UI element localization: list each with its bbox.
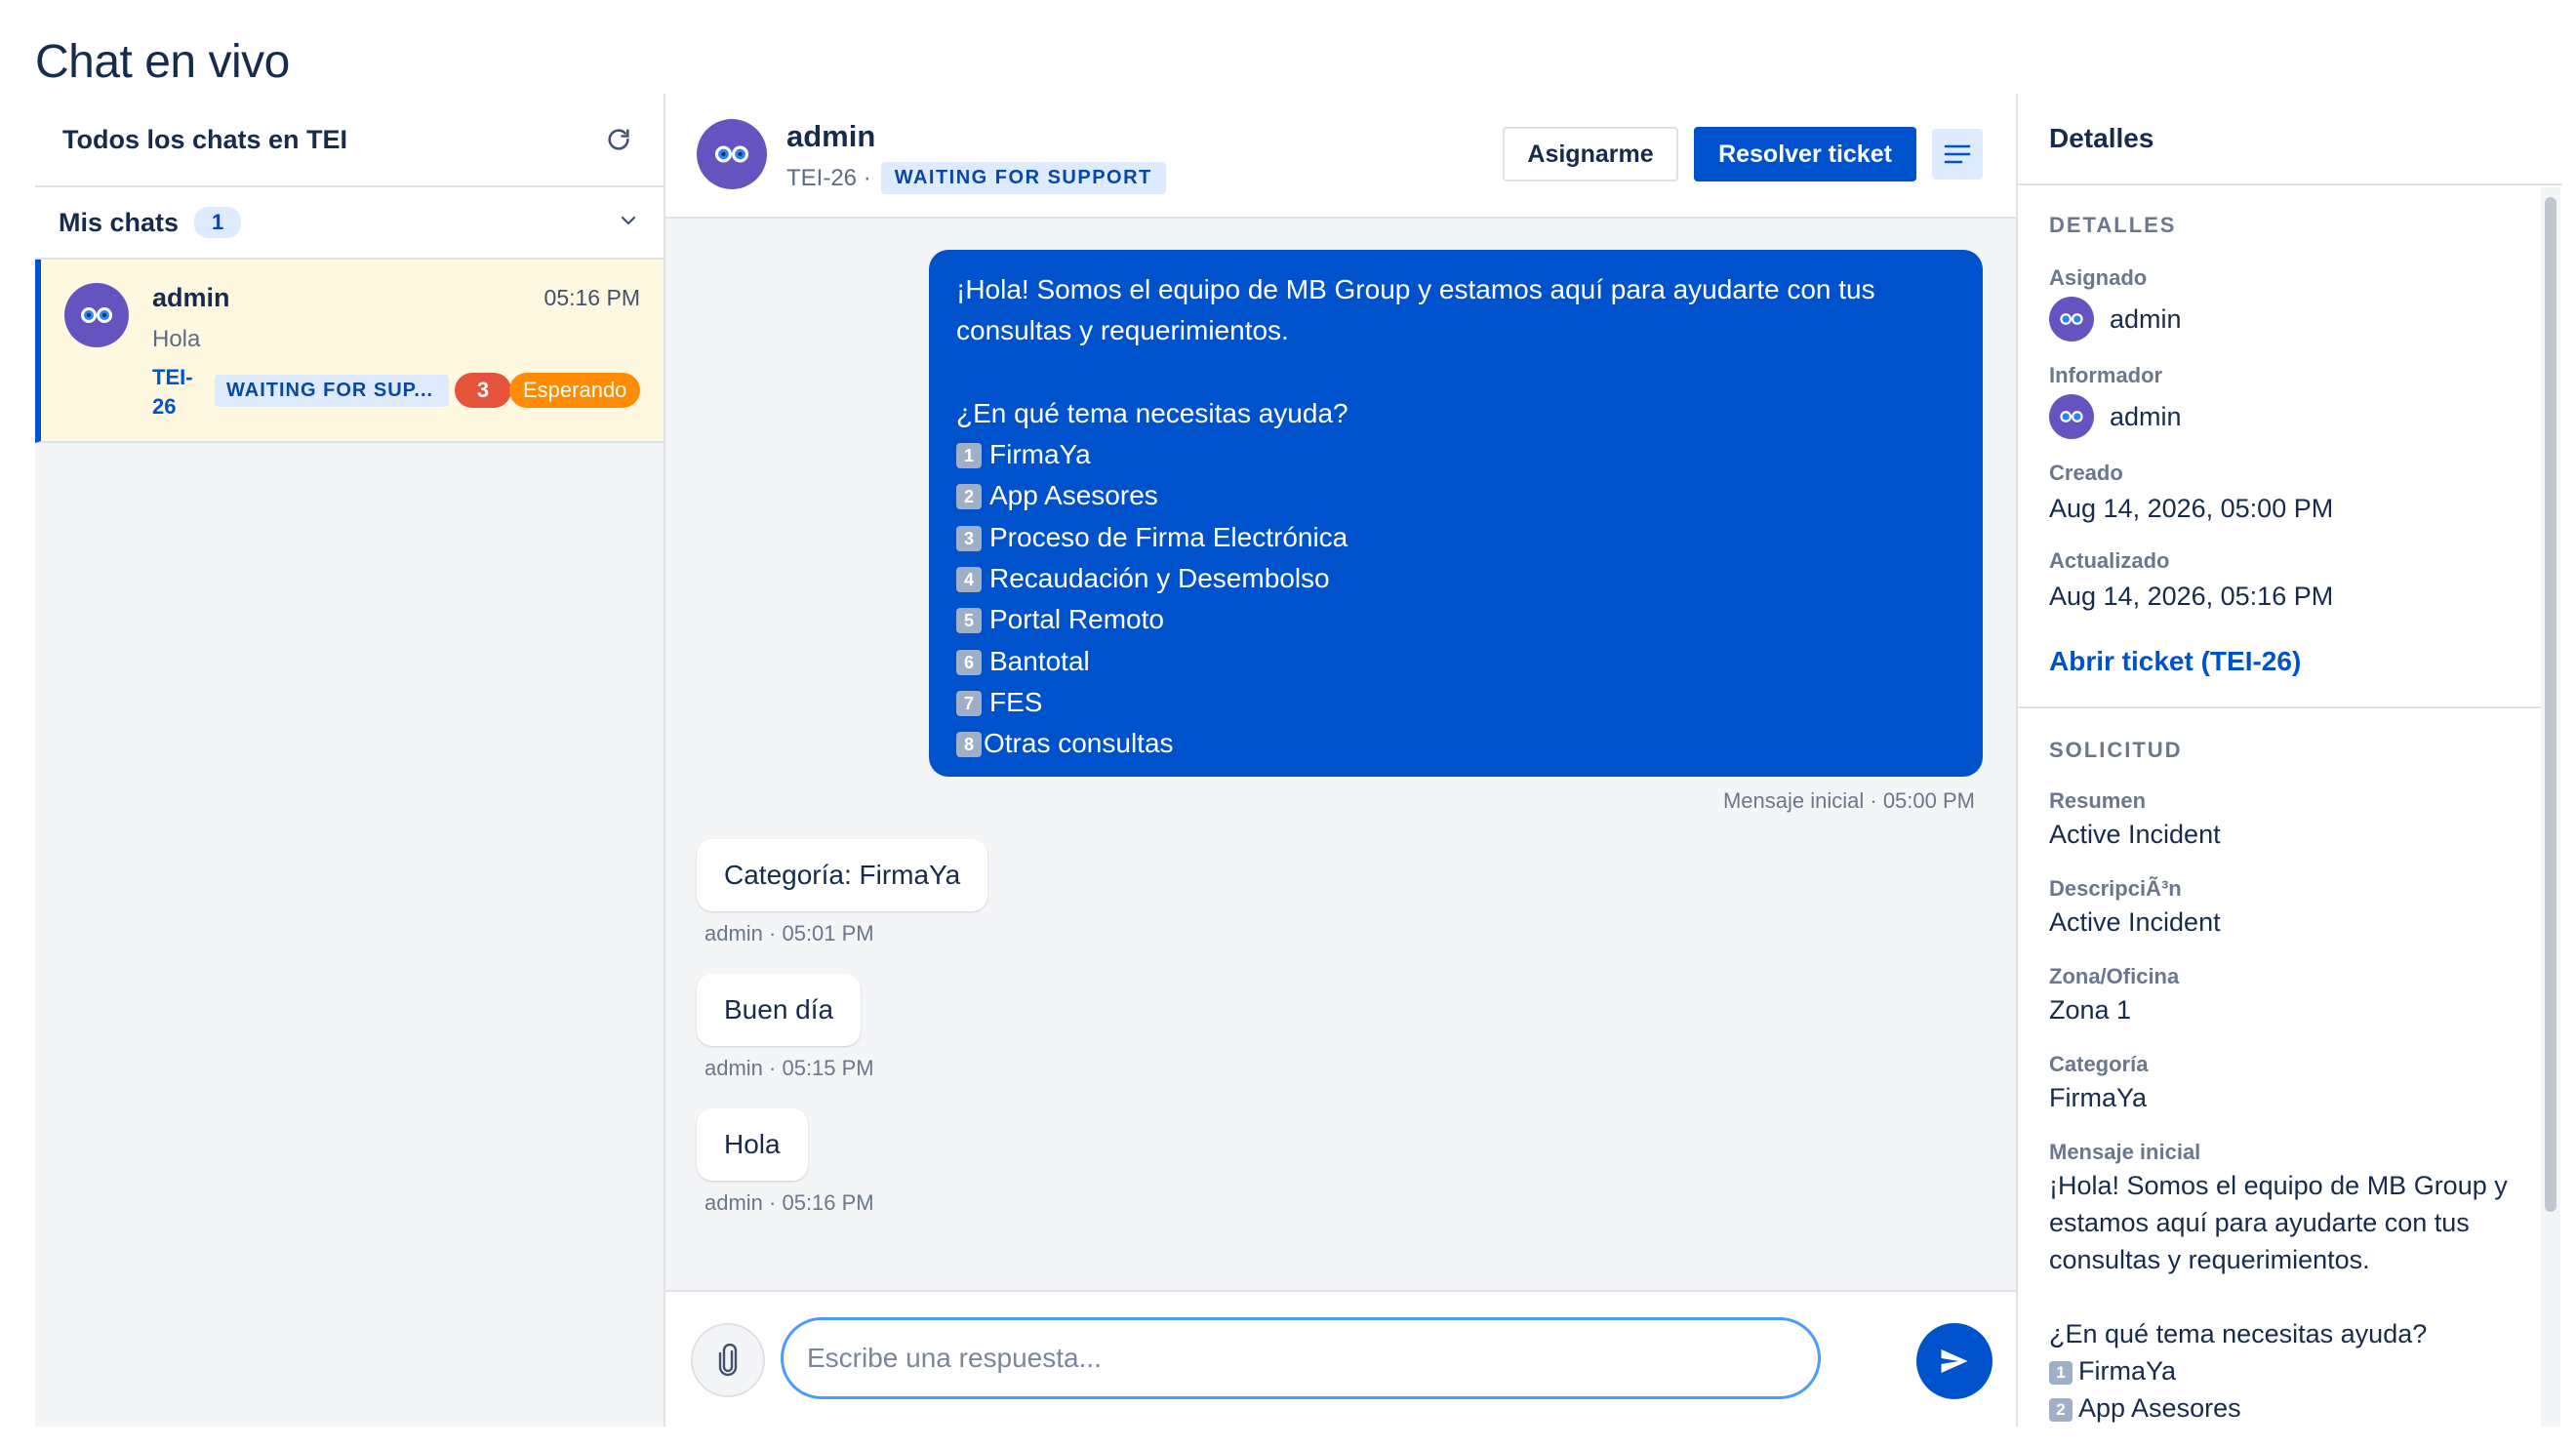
option-item: 6 Bantotal [956, 641, 1955, 682]
group-label: Mis chats [59, 207, 180, 237]
unread-count-badge: 3 [455, 373, 511, 408]
description-label: DescripciÃ³n [2049, 876, 2182, 901]
zone-value: Zona 1 [2049, 995, 2132, 1025]
chat-item-key[interactable]: TEI-26 [152, 363, 203, 422]
chat-list-header: Todos los chats en TEI [35, 94, 664, 187]
assign-to-me-button[interactable]: Asignarme [1503, 127, 1678, 181]
category-value: FirmaYa [2049, 1083, 2148, 1112]
initial-message-bubble: ¡Hola! Somos el equipo de MB Group y est… [929, 250, 1983, 777]
reporter-value: admin [2110, 401, 2182, 431]
conversation-panel: admin TEI-26 · WAITING FOR SUPPORT Asign… [665, 94, 2016, 1427]
chat-item-preview: Hola [152, 326, 201, 352]
option-item: 1 FirmaYa [956, 434, 1955, 475]
menu-icon[interactable] [1932, 129, 1983, 180]
keycap-icon: 3 [956, 525, 982, 551]
created-label: Creado [2049, 461, 2123, 485]
conversation-subtitle: TEI-26 · WAITING FOR SUPPORT [786, 162, 1166, 194]
message-bubble: Hola [697, 1108, 808, 1181]
chat-item-name: admin [152, 283, 230, 312]
keycap-icon: 5 [956, 608, 982, 634]
keycap-icon: 8 [956, 732, 982, 758]
page-title: Chat en vivo [35, 36, 290, 88]
keycap-icon: 4 [956, 567, 982, 593]
reporter-label: Informador [2049, 363, 2163, 387]
status-badge: WAITING FOR SUP... [215, 375, 449, 407]
status-badge: WAITING FOR SUPPORT [880, 162, 1166, 194]
chat-item-time: 05:16 PM [543, 285, 640, 310]
chat-list-panel: Todos los chats en TEI Mis chats 1 admin… [35, 94, 665, 1427]
section-title: DETALLES [2049, 213, 2177, 237]
message-line: ¡Hola! Somos el equipo de MB Group y est… [956, 274, 1875, 304]
send-icon [1941, 1349, 1968, 1373]
message-meta: admin · 05:01 PM [704, 921, 874, 945]
chat-list-title: Todos los chats en TEI [62, 124, 348, 154]
conversation-header: admin TEI-26 · WAITING FOR SUPPORT Asign… [665, 94, 2016, 219]
message-meta: admin · 05:15 PM [704, 1056, 874, 1080]
assigned-value: admin [2110, 303, 2182, 334]
waiting-state-badge: Esperando [509, 373, 641, 408]
message-bubble: Categoría: FirmaYa [697, 839, 988, 911]
scrollbar-thumb[interactable] [2545, 197, 2556, 1212]
option-item: 4 Recaudación y Desembolso [956, 558, 1955, 599]
keycap-icon: 1 [956, 443, 982, 469]
reporter-user: admin [2049, 394, 2182, 439]
updated-value: Aug 14, 2026, 05:16 PM [2049, 582, 2334, 611]
avatar [697, 119, 767, 189]
message-meta: Mensaje inicial · 05:00 PM [1722, 788, 1975, 813]
my-chats-group[interactable]: Mis chats 1 [35, 187, 664, 260]
option-item: 8 Otras consultas [956, 723, 1955, 764]
details-panel: Detalles DETALLES Asignado admin Informa… [2016, 94, 2562, 1427]
message-question: ¿En qué tema necesitas ayuda? [956, 397, 1348, 428]
keycap-icon: 2 [2049, 1398, 2073, 1422]
option-item: 7 FES [956, 682, 1955, 723]
chevron-down-icon[interactable] [617, 209, 640, 237]
chat-list-item[interactable]: admin 05:16 PM Hola TEI-26 WAITING FOR S… [35, 260, 664, 443]
divider [2018, 706, 2541, 708]
section-title: SOLICITUD [2049, 738, 2183, 762]
assigned-user: admin [2049, 297, 2182, 342]
keycap-icon: 1 [2049, 1361, 2073, 1385]
message-line: consultas y requerimientos. [956, 315, 1289, 346]
message-bubble: Buen día [697, 974, 862, 1046]
group-count-badge: 1 [194, 207, 242, 238]
open-ticket-link[interactable]: Abrir ticket (TEI-26) [2049, 646, 2301, 677]
avatar [64, 283, 129, 347]
description-value: Active Incident [2049, 907, 2221, 937]
assigned-label: Asignado [2049, 265, 2148, 290]
zone-label: Zona/Oficina [2049, 964, 2180, 988]
attachment-icon[interactable] [691, 1323, 765, 1397]
summary-label: Resumen [2049, 788, 2147, 813]
keycap-icon: 6 [956, 649, 982, 675]
message-meta: admin · 05:16 PM [704, 1190, 874, 1215]
conversation-name: admin [786, 119, 876, 153]
category-label: Categoría [2049, 1052, 2149, 1076]
option-item: 3 Proceso de Firma Electrónica [956, 517, 1955, 558]
created-value: Aug 14, 2026, 05:00 PM [2049, 494, 2334, 523]
ticket-key: TEI-26 · [786, 164, 871, 191]
initial-message-value: ¡Hola! Somos el equipo de MB Group y est… [2049, 1171, 2508, 1423]
resolve-ticket-button[interactable]: Resolver ticket [1694, 127, 1916, 181]
updated-label: Actualizado [2049, 548, 2170, 573]
initial-message-label: Mensaje inicial [2049, 1140, 2201, 1164]
keycap-icon: 7 [956, 690, 982, 716]
option-item: 5 Portal Remoto [956, 599, 1955, 640]
refresh-icon[interactable] [601, 122, 636, 157]
reply-composer [665, 1290, 2016, 1427]
send-button[interactable] [1916, 1323, 1992, 1399]
details-header: Detalles [2018, 94, 2562, 185]
avatar [2049, 297, 2094, 342]
avatar [2049, 394, 2094, 439]
summary-value: Active Incident [2049, 820, 2221, 849]
option-item: 2 App Asesores [956, 475, 1955, 516]
keycap-icon: 2 [956, 484, 982, 510]
reply-input[interactable] [781, 1317, 1821, 1399]
